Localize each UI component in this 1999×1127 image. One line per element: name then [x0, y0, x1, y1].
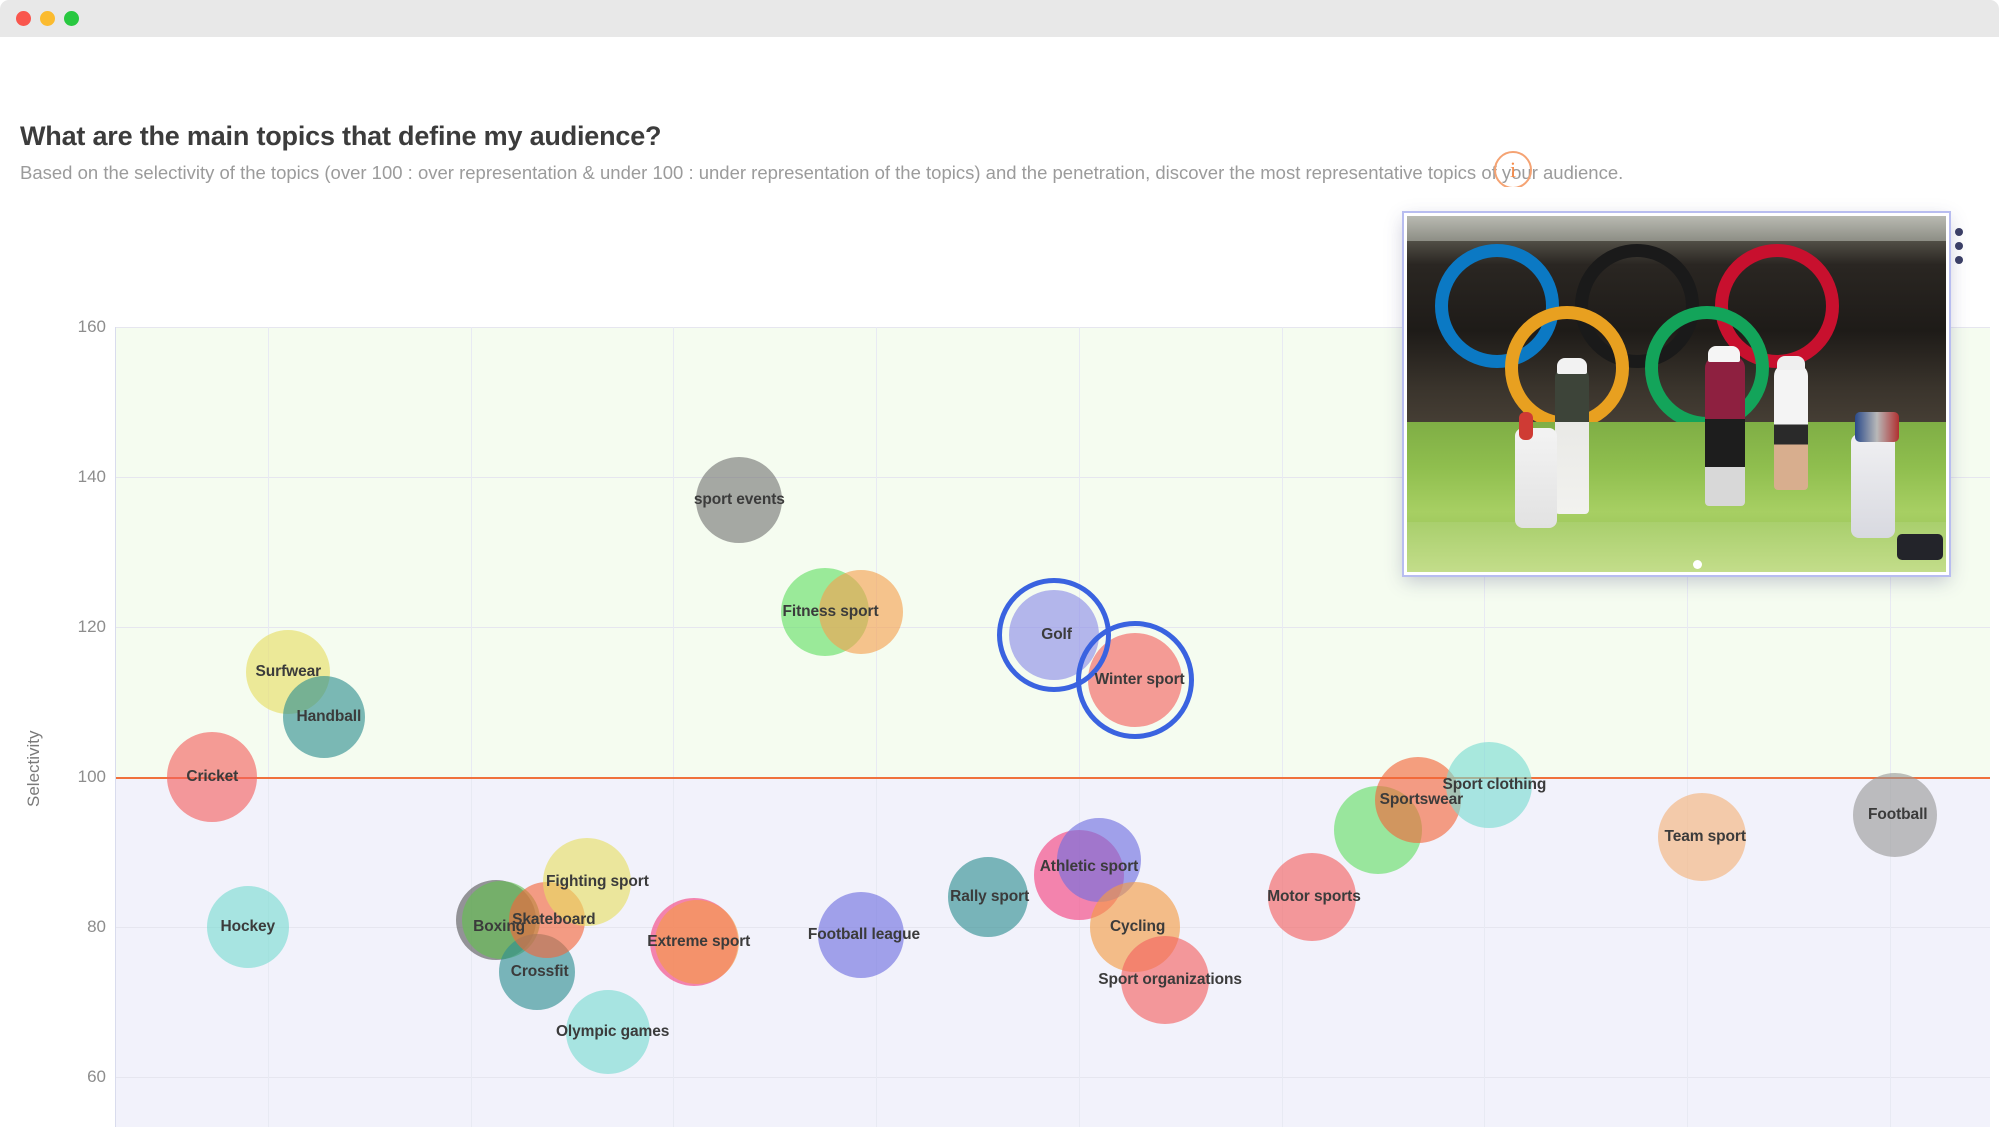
selection-ring-winter-sport[interactable]	[1075, 620, 1194, 739]
bubble-football-league[interactable]	[817, 891, 904, 978]
gridline-vertical	[1078, 327, 1080, 1127]
gridline-vertical	[470, 327, 472, 1127]
close-window-button[interactable]	[16, 11, 31, 26]
bubble-sport-clothing[interactable]	[1446, 741, 1533, 828]
bubble-olympic-games[interactable]	[565, 990, 650, 1074]
gridline-vertical	[876, 327, 878, 1127]
y-axis-tick-label: 100	[77, 767, 106, 786]
golfer-right-cap	[1777, 356, 1805, 370]
minimize-window-button[interactable]	[40, 11, 55, 26]
bubble-handball[interactable]	[282, 676, 365, 758]
bubble-sport-events[interactable]	[696, 456, 783, 543]
golfer-right	[1774, 364, 1808, 490]
more-vertical-icon[interactable]	[1955, 228, 1963, 264]
maximize-window-button[interactable]	[64, 11, 79, 26]
bubble-team-sport[interactable]	[1658, 793, 1747, 881]
bubble-football[interactable]	[1852, 772, 1937, 857]
golfer-center-cap	[1708, 346, 1740, 362]
bubble-hockey[interactable]	[206, 886, 289, 968]
golfer-center	[1705, 356, 1745, 506]
bubble-rally-sport[interactable]	[947, 857, 1028, 937]
window-titlebar	[0, 0, 1999, 37]
bubble-fighting-sport[interactable]	[543, 838, 632, 926]
golfer-left-cap	[1557, 358, 1587, 374]
bubble-fitness-sport-over[interactable]	[818, 570, 903, 654]
kebab-dot-3	[1955, 256, 1963, 264]
golf-clubs-right	[1855, 412, 1899, 442]
selectivity-threshold-line	[116, 777, 1990, 779]
bubble-cricket[interactable]	[167, 732, 258, 822]
golfer-left	[1555, 366, 1589, 514]
y-axis-tick-label: 80	[87, 917, 106, 936]
gridline-vertical	[673, 327, 675, 1127]
page-header: What are the main topics that define my …	[0, 37, 1999, 189]
gridline-horizontal	[116, 1077, 1990, 1078]
y-axis-tick-label: 160	[77, 317, 106, 336]
page-title: What are the main topics that define my …	[20, 121, 662, 151]
bubble-sport-organizations[interactable]	[1120, 935, 1209, 1024]
y-axis-tick-label: 60	[87, 1067, 106, 1086]
y-axis-tick-label: 120	[77, 617, 106, 636]
golf-ball	[1693, 560, 1702, 569]
golf-bag-left	[1515, 428, 1557, 528]
page-subtitle: Based on the selectivity of the topics (…	[20, 162, 1624, 183]
kebab-dot-2	[1955, 242, 1963, 250]
olympics-golf-photo	[1407, 216, 1946, 572]
equipment-bag	[1897, 534, 1943, 560]
gridline-vertical	[1281, 327, 1283, 1127]
golf-bag-right	[1851, 434, 1895, 538]
app-window: What are the main topics that define my …	[0, 0, 1999, 1127]
topic-image-card[interactable]	[1404, 213, 1949, 575]
bubble-motor-sports[interactable]	[1267, 853, 1356, 941]
golf-club-cover-left	[1519, 412, 1533, 440]
gridline-horizontal	[116, 927, 1990, 928]
bubble-extreme-sport-over[interactable]	[654, 900, 739, 984]
kebab-dot-1	[1955, 228, 1963, 236]
y-axis-tick-label: 140	[77, 467, 106, 486]
info-icon[interactable]: i	[1494, 151, 1532, 189]
gridline-vertical	[268, 327, 270, 1127]
photo-roof	[1407, 216, 1946, 241]
